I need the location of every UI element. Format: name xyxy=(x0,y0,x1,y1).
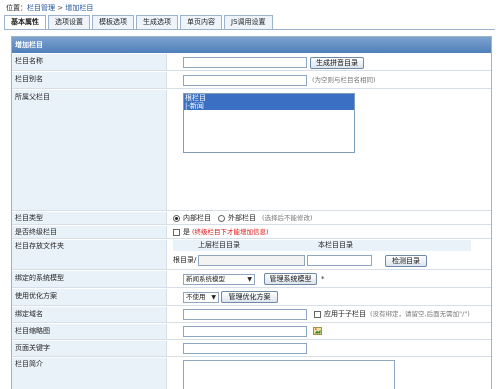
type-inner-radio[interactable] xyxy=(173,215,180,222)
label-intro: 栏目简介 xyxy=(12,358,167,389)
row-model: 绑定的系统模型 新闻系统模型 ▼ 管理系统模型 * xyxy=(12,271,491,288)
breadcrumb-separator: > xyxy=(55,4,66,12)
chevron-down-icon: ▼ xyxy=(247,276,252,283)
label-domain: 绑定域名 xyxy=(12,307,167,322)
manage-model-button[interactable]: 管理系统模型 xyxy=(264,273,317,285)
generate-pinyin-button[interactable]: 生成拼音目录 xyxy=(310,57,364,69)
intro-textarea[interactable] xyxy=(183,360,395,389)
breadcrumb-prefix: 位置： xyxy=(6,4,27,12)
apply-subcategory-label: 应用于子栏目 xyxy=(324,310,366,318)
final-checkbox[interactable] xyxy=(173,229,180,236)
panel-title: 增加栏目 xyxy=(12,37,491,53)
apply-subcategory-checkbox[interactable] xyxy=(314,311,321,318)
type-outer-label: 外部栏目 xyxy=(228,214,256,222)
row-folder: 栏目存放文件夹 上层栏目目录 本栏目目录 根目录/ 检测目录 xyxy=(12,240,491,270)
alias-input[interactable] xyxy=(183,75,307,86)
final-hint: (终级栏目下才能增加信息) xyxy=(192,228,269,236)
row-optimize: 使用优化方案 不使用 ▼ 管理优化方案 xyxy=(12,289,491,306)
check-folder-button[interactable]: 检测目录 xyxy=(385,255,427,267)
model-required-mark: * xyxy=(321,275,325,283)
tab-bar: 基本属性 选项设置 模板选项 生成选项 单页内容 JS调用设置 xyxy=(4,15,275,30)
chevron-down-icon: ▼ xyxy=(211,294,216,301)
keywords-input[interactable] xyxy=(183,343,307,354)
folder-root-prefix: 根目录/ xyxy=(173,256,197,264)
parent-option-news[interactable]: |-新闻 xyxy=(184,102,354,110)
form-panel: 增加栏目 栏目名称 生成拼音目录 栏目别名 (为空则与栏目名相同) 所属父栏目 … xyxy=(11,36,492,389)
label-optimize: 使用优化方案 xyxy=(12,289,167,305)
final-checkbox-label: 是 xyxy=(183,228,190,236)
model-select[interactable]: 新闻系统模型 ▼ xyxy=(183,274,255,285)
tab-single-page[interactable]: 单页内容 xyxy=(180,15,222,29)
row-thumb: 栏目缩略图 xyxy=(12,324,491,340)
tab-templates[interactable]: 模板选项 xyxy=(92,15,134,29)
parent-option-root[interactable]: 根栏目 xyxy=(184,94,354,102)
label-folder: 栏目存放文件夹 xyxy=(12,240,167,269)
model-select-value: 新闻系统模型 xyxy=(186,275,225,283)
label-type: 栏目类型 xyxy=(12,212,167,224)
manage-optimize-button[interactable]: 管理优化方案 xyxy=(221,291,278,303)
breadcrumb: 位置：栏目管理 > 增加栏目 xyxy=(6,3,93,13)
folder-col-parent: 上层栏目目录 xyxy=(198,241,240,249)
tab-basic[interactable]: 基本属性 xyxy=(4,15,46,30)
row-name: 栏目名称 生成拼音目录 xyxy=(12,54,491,71)
parent-listbox[interactable]: 根栏目 |-新闻 xyxy=(183,93,355,153)
row-intro: 栏目简介 xyxy=(12,358,491,389)
row-parent: 所属父栏目 根栏目 |-新闻 xyxy=(12,90,491,211)
thumb-input[interactable] xyxy=(183,326,307,337)
label-final: 是否终级栏目 xyxy=(12,226,167,238)
parent-folder-input xyxy=(198,255,305,266)
row-alias: 栏目别名 (为空则与栏目名相同) xyxy=(12,72,491,89)
alias-hint: (为空则与栏目名相同) xyxy=(312,76,376,84)
row-final: 是否终级栏目 是 (终级栏目下才能增加信息) xyxy=(12,226,491,239)
folder-col-current: 本栏目目录 xyxy=(318,241,353,249)
current-folder-input[interactable] xyxy=(307,255,372,266)
tab-divider xyxy=(4,29,495,30)
breadcrumb-link-current[interactable]: 增加栏目 xyxy=(65,4,93,12)
breadcrumb-link-section[interactable]: 栏目管理 xyxy=(27,4,55,12)
optimize-select[interactable]: 不使用 ▼ xyxy=(183,292,219,303)
type-outer-hint: (选择后不能修改) xyxy=(262,214,313,222)
label-model: 绑定的系统模型 xyxy=(12,271,167,287)
label-name: 栏目名称 xyxy=(12,54,167,70)
tab-options[interactable]: 选项设置 xyxy=(48,15,90,29)
type-inner-label: 内部栏目 xyxy=(183,214,211,222)
row-keywords: 页面关键字 xyxy=(12,341,491,357)
label-parent: 所属父栏目 xyxy=(12,90,167,210)
tab-js-settings[interactable]: JS调用设置 xyxy=(224,15,273,29)
type-outer-radio[interactable] xyxy=(218,215,225,222)
row-domain: 绑定域名 应用于子栏目 (没有绑定，请留空,后面无需加"/") xyxy=(12,307,491,323)
row-type: 栏目类型 内部栏目 外部栏目 (选择后不能修改) xyxy=(12,212,491,225)
domain-input[interactable] xyxy=(183,309,307,320)
domain-hint: (没有绑定，请留空,后面无需加"/") xyxy=(370,310,470,318)
name-input[interactable] xyxy=(183,57,307,68)
optimize-select-value: 不使用 xyxy=(186,293,206,301)
label-keywords: 页面关键字 xyxy=(12,341,167,356)
image-picker-icon[interactable] xyxy=(313,326,322,335)
label-alias: 栏目别名 xyxy=(12,72,167,88)
tab-generate[interactable]: 生成选项 xyxy=(136,15,178,29)
label-thumb: 栏目缩略图 xyxy=(12,324,167,339)
